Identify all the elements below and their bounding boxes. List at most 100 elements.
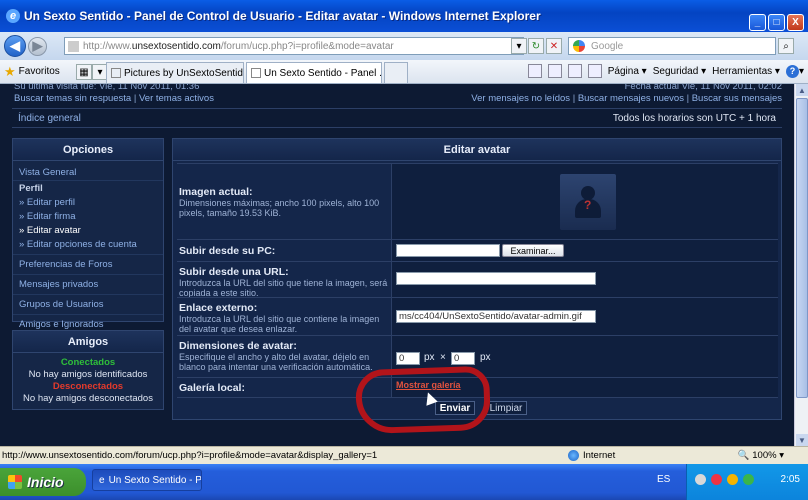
system-tray: ES 2:05 <box>657 464 808 500</box>
avatar-height-input[interactable]: 0 <box>451 352 475 365</box>
help-menu[interactable]: ? ▾ <box>785 64 804 78</box>
unread-link[interactable]: Ver mensajes no leídos <box>471 93 570 104</box>
print-icon[interactable] <box>587 64 602 78</box>
menu-edit-avatar[interactable]: » Editar avatar <box>13 224 163 238</box>
height-unit: px <box>480 352 491 363</box>
url-path: /forum/ucp.php?i=profile&mode=avatar <box>220 40 394 52</box>
security-zone: Internet <box>568 450 615 461</box>
url-domain: unsextosentido.com <box>131 40 221 52</box>
language-indicator[interactable]: ES <box>657 474 670 485</box>
forward-button[interactable]: ▶ <box>28 36 47 56</box>
clock[interactable]: 2:05 <box>781 474 800 485</box>
width-unit: px <box>424 352 435 363</box>
security-menu[interactable]: Seguridad ▾ <box>653 66 706 77</box>
taskbar: Inicio e Un Sexto Sentido - P... ES 2:05 <box>0 464 808 500</box>
browse-button[interactable]: Examinar... <box>502 244 564 257</box>
menu-user-groups[interactable]: Grupos de Usuarios <box>13 295 163 315</box>
upload-url-input[interactable] <box>396 272 596 285</box>
avatar-image: ? <box>560 174 616 230</box>
tray-icon[interactable] <box>743 474 754 485</box>
zone-label: Internet <box>583 450 616 461</box>
tools-menu[interactable]: Herramientas ▾ <box>712 66 780 77</box>
menu-forum-prefs[interactable]: Preferencias de Foros <box>13 255 163 275</box>
tab-pictures[interactable]: Pictures by UnSextoSentido - ... <box>106 62 244 83</box>
scroll-up-icon[interactable]: ▲ <box>796 84 808 96</box>
zoom-value: 100% <box>752 450 777 461</box>
current-image-desc: Dimensiones máximas; ancho 100 pixels, a… <box>179 198 380 218</box>
page-menu[interactable]: Página ▾ <box>608 66 647 77</box>
options-panel: Opciones Vista General Perfil » Editar p… <box>12 138 164 330</box>
times-sign: × <box>440 352 446 363</box>
start-button[interactable]: Inicio <box>0 468 86 496</box>
tab-label: Un Sexto Sentido - Panel ... <box>264 67 382 79</box>
site-favicon-icon <box>68 40 79 52</box>
external-url-input[interactable]: ms/cc404/UnSextoSentido/avatar-admin.gif <box>396 310 596 323</box>
status-url: http://www.unsextosentido.com/forum/ucp.… <box>2 450 378 461</box>
search-input[interactable]: Google <box>568 37 776 55</box>
own-posts-link[interactable]: Buscar sus mensajes <box>692 93 782 104</box>
favorites-button[interactable]: ★ Favoritos <box>4 64 60 80</box>
external-link-row: Enlace externo: Introduzca la URL del si… <box>177 297 778 335</box>
windows-flag-icon <box>8 475 22 489</box>
search-unanswered-link[interactable]: Buscar temas sin respuesta <box>14 93 131 104</box>
upload-pc-row: Subir desde su PC: Examinar... <box>177 239 778 261</box>
minimize-button[interactable]: _ <box>749 14 766 31</box>
menu-profile-heading[interactable]: Perfil <box>13 181 163 196</box>
maximize-button[interactable]: □ <box>768 14 785 31</box>
menu-edit-profile[interactable]: » Editar perfil <box>13 196 163 210</box>
tray-icon[interactable] <box>695 474 706 485</box>
new-posts-link[interactable]: Buscar mensajes nuevos <box>578 93 684 104</box>
stop-icon[interactable]: ✕ <box>546 38 562 54</box>
annotation-circle <box>354 365 492 435</box>
upload-url-label: Subir desde una URL: <box>179 266 289 278</box>
default-avatar-icon: ? <box>575 186 601 218</box>
zoom-level[interactable]: 🔍 100% ▾ <box>738 450 784 461</box>
mail-icon[interactable] <box>567 64 582 78</box>
close-button[interactable]: X <box>787 14 804 31</box>
online-heading: Conectados <box>60 357 116 368</box>
feeds-icon[interactable] <box>547 64 562 78</box>
tray-icon[interactable] <box>727 474 738 485</box>
menu-edit-signature[interactable]: » Editar firma <box>13 210 163 224</box>
start-label: Inicio <box>27 474 64 490</box>
command-toolbar: ★ Favoritos ▦ ▾ Pictures by UnSextoSenti… <box>0 60 808 84</box>
active-topics-link[interactable]: Ver temas activos <box>139 93 214 104</box>
dimensions-label: Dimensiones de avatar: <box>179 340 297 352</box>
upload-url-row: Subir desde una URL: Introduzca la URL d… <box>177 261 778 298</box>
menu-private-messages[interactable]: Mensajes privados <box>13 275 163 295</box>
ie-logo-icon: e <box>99 474 105 486</box>
address-bar-row: ◀ ▶ http://www. unsextosentido.com/forum/… <box>0 32 808 60</box>
index-link[interactable]: Índice general <box>18 113 81 124</box>
vertical-scrollbar[interactable]: ▲ ▼ <box>794 84 808 446</box>
scroll-down-icon[interactable]: ▼ <box>796 434 808 446</box>
favorites-label: Favoritos <box>18 66 60 77</box>
reset-button[interactable]: Limpiar <box>485 401 527 415</box>
scroll-thumb[interactable] <box>796 98 808 398</box>
forum-header-links: Su última visita fue: Vie, 11 Nov 2011, … <box>14 84 782 106</box>
tab-panel-control[interactable]: Un Sexto Sentido - Panel ... X <box>246 62 382 83</box>
last-visit: Su última visita fue: Vie, 11 Nov 2011, … <box>14 84 200 92</box>
new-tab-button[interactable] <box>384 62 408 83</box>
address-input[interactable]: http://www. unsextosentido.com/forum/ucp.… <box>64 37 524 55</box>
status-bar: http://www.unsextosentido.com/forum/ucp.… <box>0 446 808 464</box>
home-icon[interactable] <box>527 64 542 78</box>
friends-title: Amigos <box>13 331 163 353</box>
file-path-input[interactable] <box>396 244 500 257</box>
search-go-icon[interactable]: ⌕ <box>778 38 794 54</box>
address-dropdown-icon[interactable]: ▾ <box>511 38 527 54</box>
window-titlebar: e Un Sexto Sentido - Panel de Control de… <box>0 0 808 32</box>
refresh-icon[interactable]: ↻ <box>528 38 544 54</box>
avatar-width-input[interactable]: 0 <box>396 352 420 365</box>
back-button[interactable]: ◀ <box>4 35 26 57</box>
current-image-row: Imagen actual: Dimensiones máximas; anch… <box>177 163 778 239</box>
timezone-text: Todos los horarios son UTC + 1 hora <box>612 113 776 124</box>
url-prefix: http://www. <box>83 40 132 52</box>
quick-tabs-icon[interactable]: ▦ <box>76 64 92 80</box>
menu-edit-account[interactable]: » Editar opciones de cuenta <box>13 238 163 255</box>
taskbar-ie-window[interactable]: e Un Sexto Sentido - P... <box>92 469 202 491</box>
breadcrumb: Índice general Todos los horarios son UT… <box>12 108 782 128</box>
globe-icon <box>568 450 579 461</box>
tray-icon[interactable] <box>711 474 722 485</box>
menu-general[interactable]: Vista General <box>13 165 163 181</box>
help-icon: ? <box>785 64 799 78</box>
